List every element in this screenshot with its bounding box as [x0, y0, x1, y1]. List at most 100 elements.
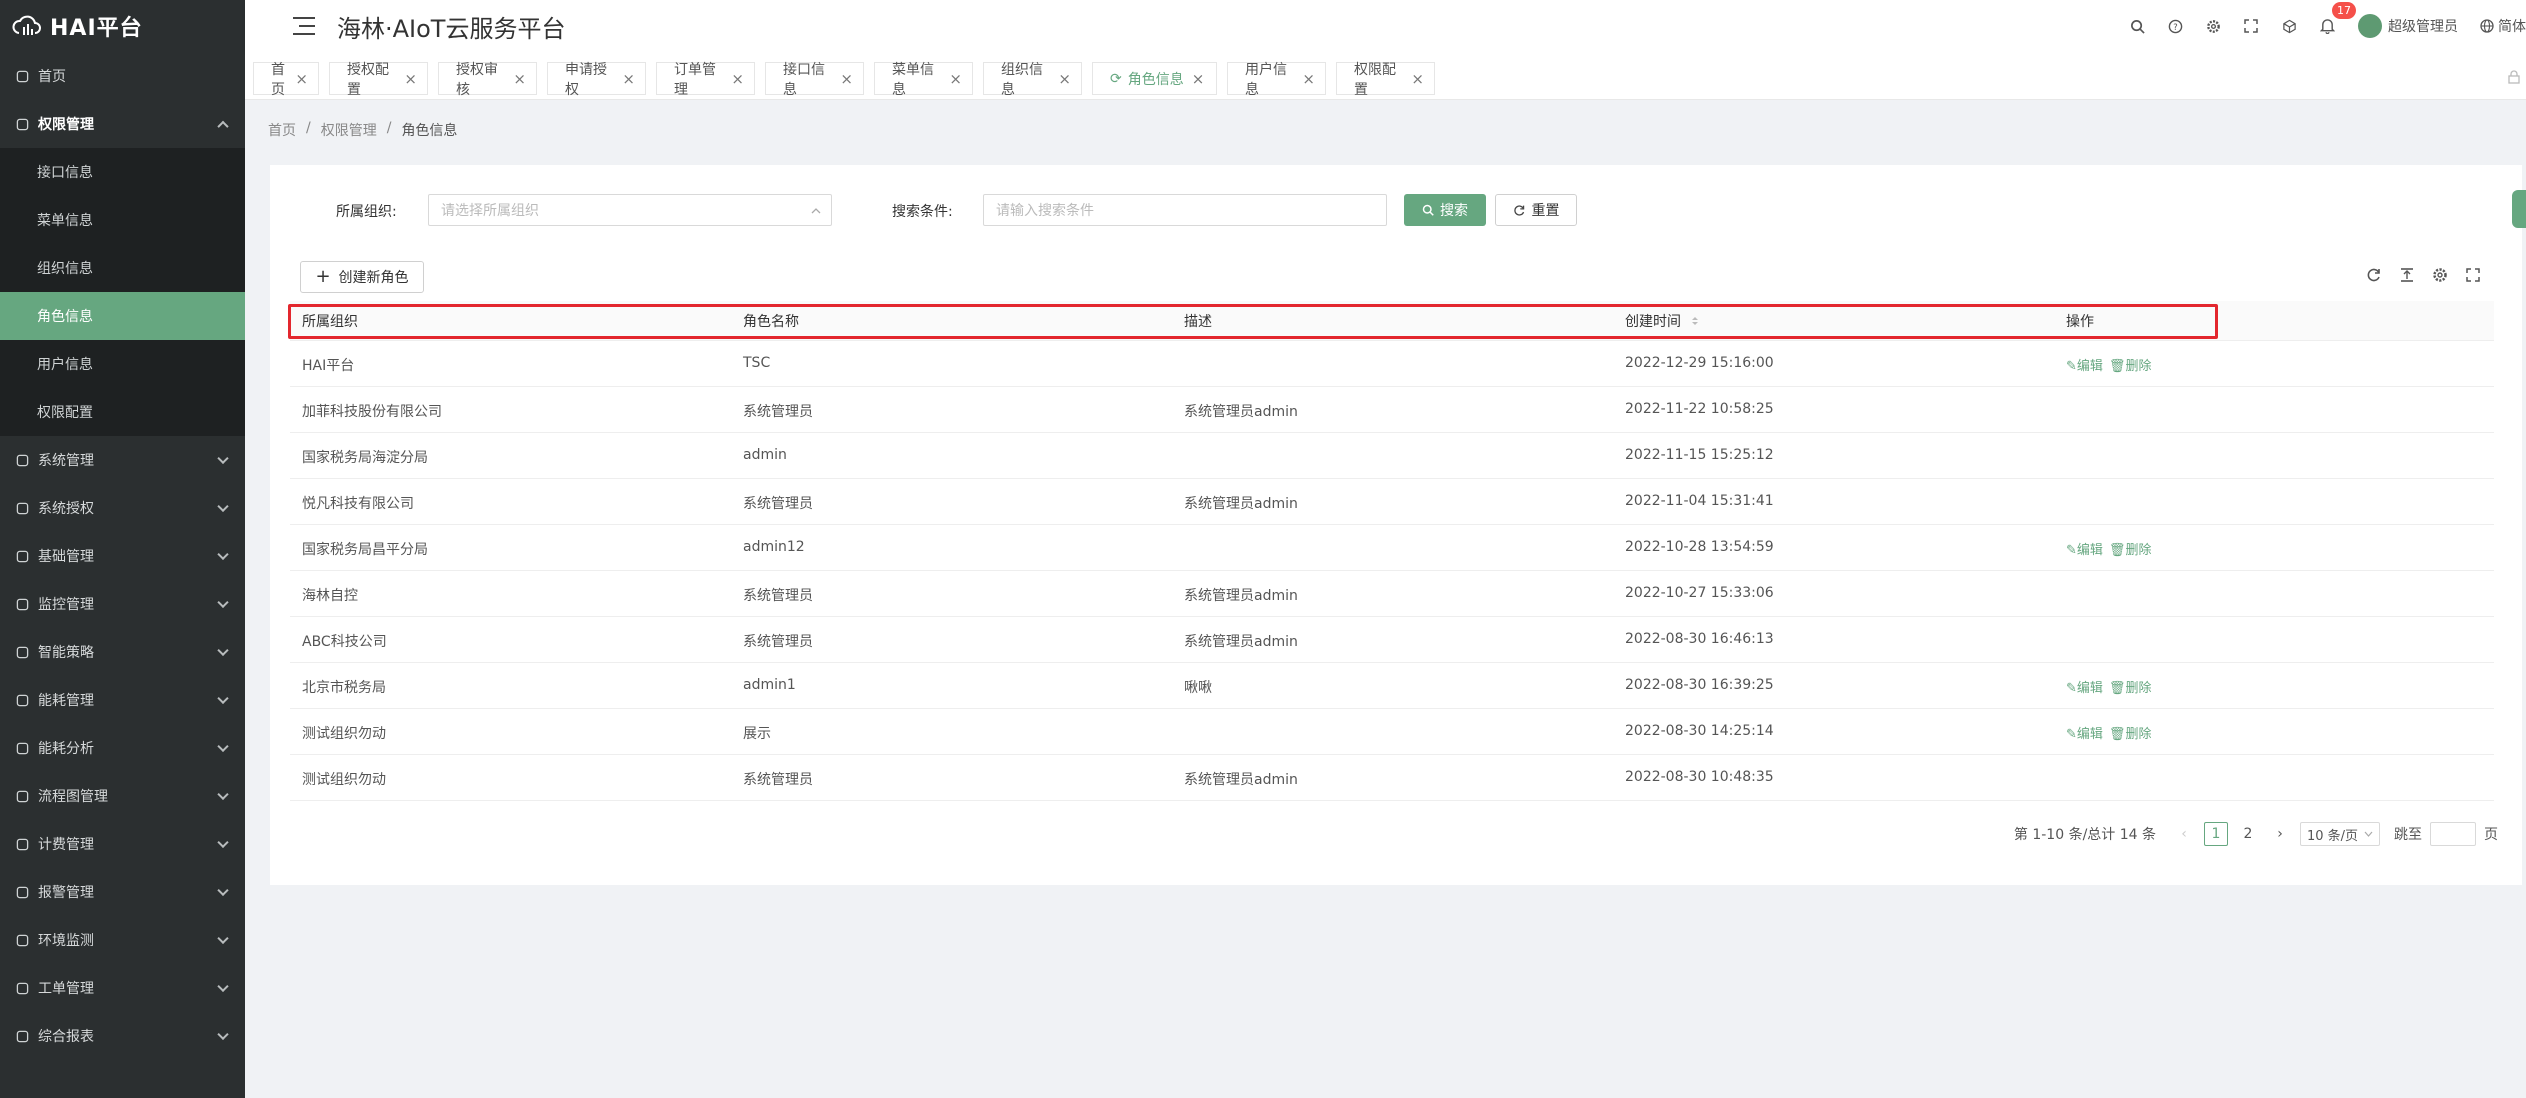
- delete-button[interactable]: 🗑删除: [2109, 355, 2152, 374]
- column-settings-icon[interactable]: [2428, 263, 2452, 287]
- settings-icon[interactable]: [2194, 0, 2232, 52]
- sidebar-item[interactable]: 流程图管理: [0, 772, 245, 820]
- edit-button[interactable]: ✎编辑: [2066, 677, 2103, 696]
- sidebar-item[interactable]: 综合报表: [0, 1012, 245, 1060]
- tab[interactable]: 权限配置 ×: [1336, 62, 1435, 98]
- tab[interactable]: 订单管理 ×: [656, 62, 755, 98]
- edit-button[interactable]: ✎编辑: [2066, 355, 2103, 374]
- help-icon[interactable]: ?: [2156, 0, 2194, 52]
- sidebar-subitem[interactable]: 组织信息: [0, 244, 245, 292]
- sidebar-item[interactable]: 报警管理: [0, 868, 245, 916]
- sidebar-item[interactable]: 基础管理: [0, 532, 245, 580]
- sidebar-item[interactable]: 计费管理: [0, 820, 245, 868]
- table-row[interactable]: 国家税务局海淀分局 admin 2022-11-15 15:25:12: [290, 433, 2494, 479]
- tab[interactable]: ⟳ 角色信息 ×: [1092, 62, 1217, 95]
- create-role-button[interactable]: + 创建新角色: [300, 261, 424, 293]
- sort-icon[interactable]: [1691, 315, 1699, 327]
- column-header-created-time[interactable]: 创建时间: [1625, 311, 1699, 331]
- chevron-down-icon: [217, 884, 229, 897]
- fullscreen-icon[interactable]: [2461, 263, 2485, 287]
- side-drawer-handle[interactable]: [2512, 190, 2526, 228]
- tab[interactable]: 授权配置 ×: [329, 62, 428, 98]
- reset-button[interactable]: 重置: [1495, 194, 1577, 226]
- edit-button[interactable]: ✎编辑: [2066, 539, 2103, 558]
- sidebar-item[interactable]: 能耗分析: [0, 724, 245, 772]
- sidebar-item[interactable]: 系统管理: [0, 436, 245, 484]
- sidebar-item[interactable]: 环境监测: [0, 916, 245, 964]
- table-row[interactable]: 悦凡科技有限公司 系统管理员 系统管理员admin 2022-11-04 15:31:…: [290, 479, 2494, 525]
- delete-button[interactable]: 🗑删除: [2109, 539, 2152, 558]
- breadcrumb-item[interactable]: 首页: [268, 120, 296, 140]
- cube-icon[interactable]: [2270, 0, 2308, 52]
- sidebar-item[interactable]: 工单管理: [0, 964, 245, 1012]
- sidebar-item[interactable]: 权限管理: [0, 100, 245, 148]
- user-name[interactable]: 超级管理员: [2388, 16, 2458, 36]
- sidebar-subitem[interactable]: 用户信息: [0, 340, 245, 388]
- table-row[interactable]: ABC科技公司 系统管理员 系统管理员admin 2022-08-30 16:46:1…: [290, 617, 2494, 663]
- close-icon[interactable]: ×: [1411, 70, 1424, 88]
- table-row[interactable]: 测试组织勿动 展示 2022-08-30 14:25:14 ✎编辑 🗑删除: [290, 709, 2494, 755]
- tab[interactable]: 首页 ×: [253, 62, 319, 98]
- sidebar-item[interactable]: 智能策略: [0, 628, 245, 676]
- lock-icon[interactable]: [2508, 70, 2520, 84]
- org-select[interactable]: 请选择所属组织: [428, 194, 832, 226]
- table-row[interactable]: 国家税务局昌平分局 admin12 2022-10-28 13:54:59 ✎编辑 🗑删…: [290, 525, 2494, 571]
- close-icon[interactable]: ×: [1302, 70, 1315, 88]
- bell-icon[interactable]: 17: [2308, 0, 2356, 52]
- page-2[interactable]: 2: [2236, 822, 2260, 846]
- sidebar-subitem[interactable]: 菜单信息: [0, 196, 245, 244]
- delete-button[interactable]: 🗑删除: [2109, 677, 2152, 696]
- table-row[interactable]: 北京市税务局 admin1 啾啾 2022-08-30 16:39:25 ✎编辑 🗑删除: [290, 663, 2494, 709]
- page-1[interactable]: 1: [2204, 822, 2228, 846]
- close-icon[interactable]: ×: [1192, 70, 1205, 88]
- sidebar-item[interactable]: 首页: [0, 52, 245, 100]
- tab[interactable]: 申请授权 ×: [547, 62, 646, 98]
- sidebar-item[interactable]: 系统授权: [0, 484, 245, 532]
- page-size-select[interactable]: 10 条/页: [2300, 822, 2380, 846]
- search-condition-input[interactable]: 请输入搜索条件: [983, 194, 1387, 226]
- fullscreen-icon[interactable]: [2232, 0, 2270, 52]
- chevron-down-icon: [2364, 831, 2373, 837]
- next-page-icon[interactable]: ›: [2268, 822, 2292, 846]
- breadcrumb-item[interactable]: 权限管理: [321, 120, 377, 140]
- table-row[interactable]: 海林自控 系统管理员 系统管理员admin 2022-10-27 15:33:06: [290, 571, 2494, 617]
- table-row[interactable]: HAI平台 TSC 2022-12-29 15:16:00 ✎编辑 🗑删除: [290, 341, 2494, 387]
- chart-icon: [14, 740, 30, 756]
- tab[interactable]: 接口信息 ×: [765, 62, 864, 98]
- refresh-icon[interactable]: [2362, 263, 2386, 287]
- close-icon[interactable]: ×: [1058, 70, 1071, 88]
- column-height-icon[interactable]: [2395, 263, 2419, 287]
- close-icon[interactable]: ×: [731, 70, 744, 88]
- tab[interactable]: 授权审核 ×: [438, 62, 537, 98]
- edit-button[interactable]: ✎编辑: [2066, 723, 2103, 742]
- prev-page-icon[interactable]: ‹: [2172, 822, 2196, 846]
- table-row[interactable]: 测试组织勿动 系统管理员 系统管理员admin 2022-08-30 10:48:35: [290, 755, 2494, 801]
- refresh-icon[interactable]: ⟳: [1110, 71, 1122, 87]
- search-icon[interactable]: [2118, 0, 2156, 52]
- search-button[interactable]: 搜索: [1404, 194, 1486, 226]
- tab-label: 权限配置: [1354, 61, 1396, 98]
- jump-input[interactable]: [2430, 822, 2476, 846]
- delete-button[interactable]: 🗑删除: [2109, 723, 2152, 742]
- table-row[interactable]: 加菲科技股份有限公司 系统管理员 系统管理员admin 2022-11-22 10:5…: [290, 387, 2494, 433]
- close-icon[interactable]: ×: [622, 70, 635, 88]
- chevron-down-icon: [217, 932, 229, 945]
- close-icon[interactable]: ×: [840, 70, 853, 88]
- sidebar-item[interactable]: 能耗管理: [0, 676, 245, 724]
- tab[interactable]: 菜单信息 ×: [874, 62, 973, 98]
- sidebar-item-label: 能耗管理: [38, 693, 94, 709]
- avatar[interactable]: [2358, 14, 2382, 38]
- menu-toggle-icon[interactable]: [293, 17, 315, 35]
- sidebar-item[interactable]: 监控管理: [0, 580, 245, 628]
- tab[interactable]: 组织信息 ×: [983, 62, 1082, 98]
- close-icon[interactable]: ×: [404, 70, 417, 88]
- sidebar-subitem[interactable]: 接口信息: [0, 148, 245, 196]
- close-icon[interactable]: ×: [295, 70, 308, 88]
- tab[interactable]: 用户信息 ×: [1227, 62, 1326, 98]
- close-icon[interactable]: ×: [949, 70, 962, 88]
- language-switch[interactable]: 简体: [2480, 16, 2526, 36]
- sidebar-subitem[interactable]: 权限配置: [0, 388, 245, 436]
- table-cell-name: 系统管理员: [743, 772, 813, 788]
- close-icon[interactable]: ×: [513, 70, 526, 88]
- sidebar-subitem[interactable]: 角色信息: [0, 292, 245, 340]
